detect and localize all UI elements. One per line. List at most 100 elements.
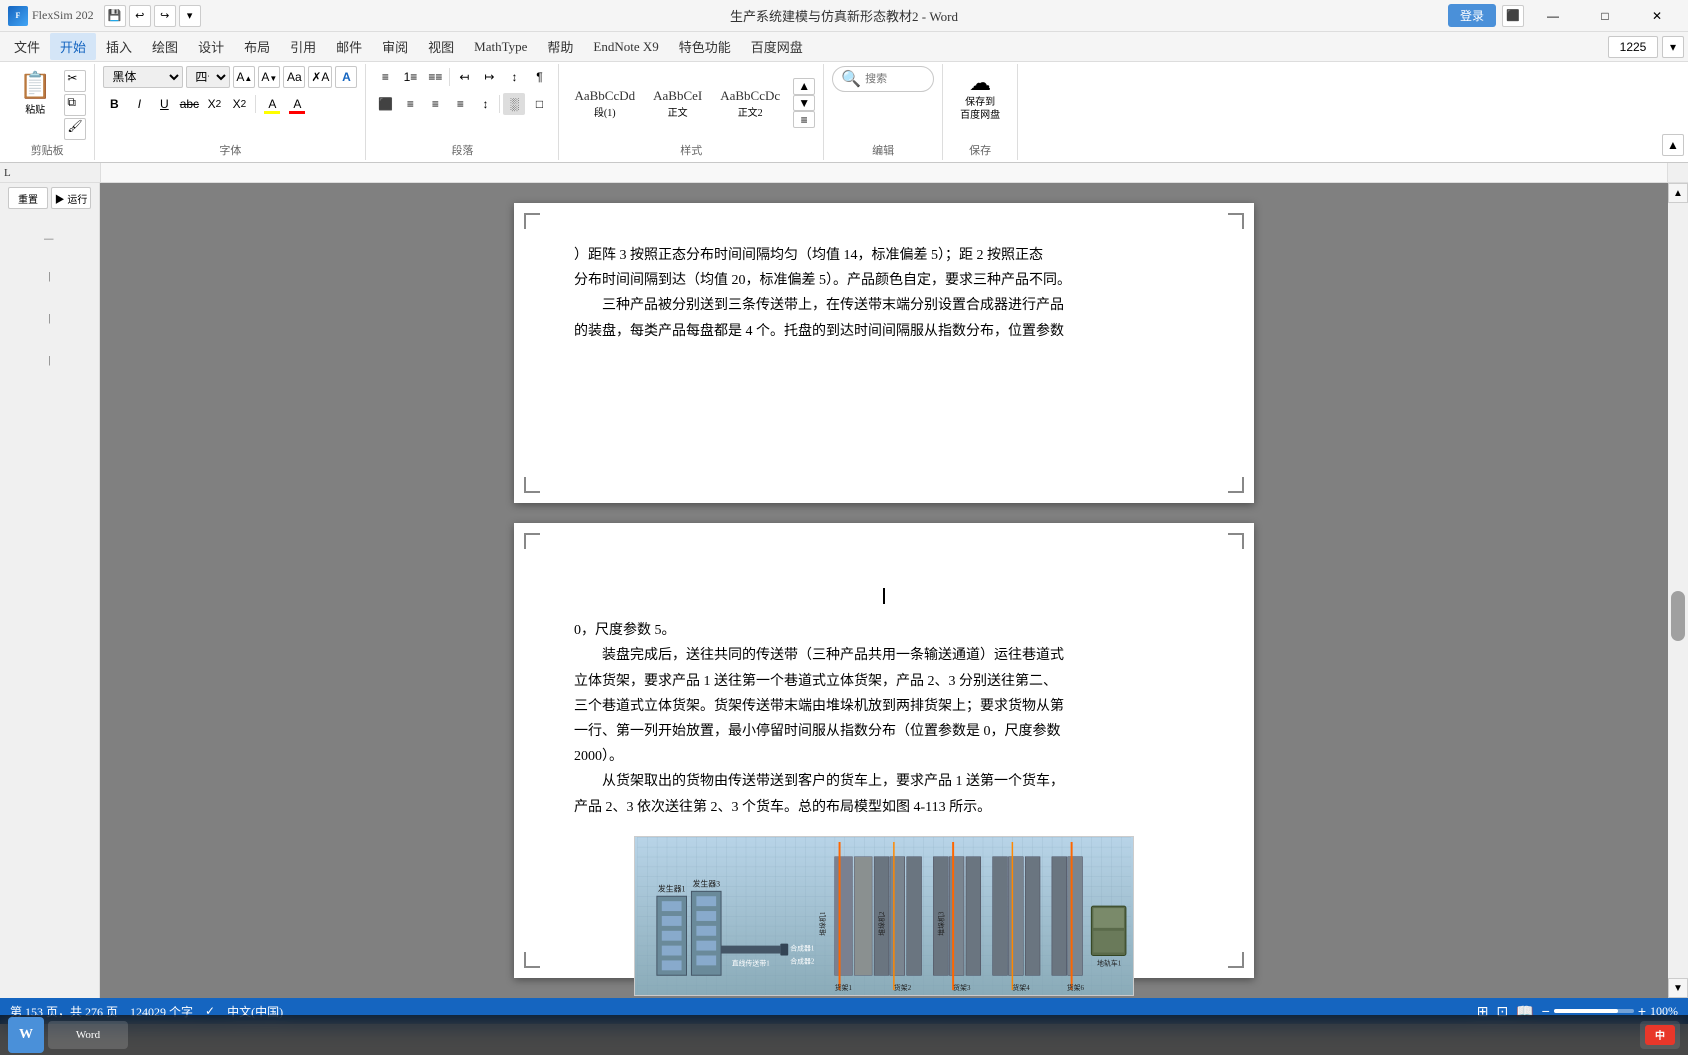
text-highlight-btn[interactable]: A <box>261 93 283 115</box>
page-nav-btn[interactable]: ▾ <box>1662 36 1684 58</box>
ribbon-collapse-btn[interactable]: ⬛ <box>1502 5 1524 27</box>
editing-label: 编辑 <box>872 142 894 158</box>
paragraph-label: 段落 <box>451 142 473 158</box>
corner-tr-1 <box>1228 213 1244 229</box>
style-more[interactable]: ≡ <box>793 111 815 128</box>
doc-area[interactable]: ）距阵 3 按照正态分布时间间隔均匀（均值 14，标准偏差 5）；距 2 按照正… <box>100 183 1668 998</box>
taskbar-word-item[interactable]: Word <box>48 1021 128 1049</box>
bullets-btn[interactable]: ≡ <box>374 66 396 88</box>
run-btn[interactable]: ▶ 运行 <box>51 187 91 209</box>
clear-format-btn[interactable]: ✗A <box>308 66 332 88</box>
search-box[interactable]: 🔍 <box>832 66 934 92</box>
menu-view[interactable]: 视图 <box>418 33 464 60</box>
borders-btn[interactable]: □ <box>528 93 550 115</box>
cloud-save-button[interactable]: ☁ 保存到百度网盘 <box>951 66 1009 126</box>
menu-review[interactable]: 审阅 <box>372 33 418 60</box>
menu-help[interactable]: 帮助 <box>537 33 583 60</box>
style-body2[interactable]: AaBbCcDc 正文2 <box>713 85 787 122</box>
show-marks-btn[interactable]: ¶ <box>528 66 550 88</box>
menu-endnote[interactable]: EndNote X9 <box>583 35 668 59</box>
paste-button[interactable]: 📋 粘贴 <box>8 66 62 121</box>
increase-indent-btn[interactable]: ↦ <box>478 66 500 88</box>
font-grow-btn[interactable]: A▲ <box>233 66 255 88</box>
page-markers: | | | | <box>44 238 56 366</box>
align-right-btn[interactable]: ≡ <box>424 93 446 115</box>
menu-home[interactable]: 开始 <box>50 33 96 60</box>
title-bar-left: F FlexSim 202 💾 ↩ ↪ ▾ <box>8 5 201 27</box>
ribbon-expand-btn[interactable]: ▲ <box>1662 134 1684 156</box>
save-btn[interactable]: 💾 <box>104 5 126 27</box>
search-input[interactable] <box>865 73 925 85</box>
superscript-btn[interactable]: X2 <box>228 93 250 115</box>
style-normal[interactable]: AaBbCcDd 段(1) <box>567 85 642 122</box>
justify-btn[interactable]: ≡ <box>449 93 471 115</box>
menu-draw[interactable]: 绘图 <box>142 33 188 60</box>
underline-btn[interactable]: U <box>153 93 175 115</box>
ribbon-group-editing: 🔍 编辑 <box>824 64 943 160</box>
cut-button[interactable]: ✂ <box>64 70 86 92</box>
text-cursor <box>883 588 885 604</box>
page2-line6: 从货架取出的货物由传送带送到客户的货车上，要求产品 1 送第一个货车， <box>574 769 1194 794</box>
maximize-btn[interactable]: □ <box>1582 0 1628 32</box>
style-scroll-up[interactable]: ▲ <box>793 78 815 95</box>
strikethrough-btn[interactable]: abc <box>178 93 200 115</box>
figure-container: 发生器1 发生器3 直线传送带1 <box>634 836 1134 998</box>
corner-tr-2 <box>1228 533 1244 549</box>
scroll-up-btn[interactable]: ▲ <box>1668 183 1688 203</box>
menu-bar: 文件 开始 插入 绘图 设计 布局 引用 邮件 审阅 视图 MathType 帮… <box>0 32 1688 62</box>
redo-btn[interactable]: ↪ <box>154 5 176 27</box>
menu-mathtype[interactable]: MathType <box>464 35 537 59</box>
taskbar-ime[interactable]: 中 <box>1640 1021 1680 1049</box>
menu-references[interactable]: 引用 <box>280 33 326 60</box>
menu-mailings[interactable]: 邮件 <box>326 33 372 60</box>
style-scroll-down[interactable]: ▼ <box>793 95 815 112</box>
text-effect-btn[interactable]: A <box>335 66 357 88</box>
font-name-select[interactable]: 黑体 <box>103 66 183 88</box>
font-shrink-btn[interactable]: A▼ <box>258 66 280 88</box>
taskbar-app-icon[interactable]: W <box>8 1017 44 1053</box>
case-btn[interactable]: Aa <box>283 66 305 88</box>
menu-layout[interactable]: 布局 <box>234 33 280 60</box>
app-icon: F <box>8 6 28 26</box>
page2-line2: 立体货架，要求产品 1 送往第一个巷道式立体货架，产品 2、3 分别送往第二、 <box>574 669 1194 694</box>
sort-btn[interactable]: ↕ <box>503 66 525 88</box>
font-size-select[interactable]: 四号 三号 五号 <box>186 66 230 88</box>
flexsim-label: FlexSim 202 <box>32 8 94 23</box>
divider2 <box>449 68 450 86</box>
menu-file[interactable]: 文件 <box>4 33 50 60</box>
more-btn[interactable]: ▾ <box>179 5 201 27</box>
page-marker-3: | <box>48 312 50 324</box>
format-painter-button[interactable]: 🖌 <box>64 118 86 140</box>
undo-btn[interactable]: ↩ <box>129 5 151 27</box>
style-body1[interactable]: AaBbCeI 正文 <box>646 85 709 122</box>
align-left-btn[interactable]: ⬛ <box>374 93 396 115</box>
reset-btn[interactable]: 重置 <box>8 187 48 209</box>
line-spacing-btn[interactable]: ↕ <box>474 93 496 115</box>
minimize-btn[interactable]: — <box>1530 0 1576 32</box>
page-number-input[interactable] <box>1608 36 1658 58</box>
scroll-down-btn[interactable]: ▼ <box>1668 978 1688 998</box>
menu-special[interactable]: 特色功能 <box>669 33 741 60</box>
bold-btn[interactable]: B <box>103 93 125 115</box>
menu-insert[interactable]: 插入 <box>96 33 142 60</box>
italic-btn[interactable]: I <box>128 93 150 115</box>
zoom-slider-track[interactable] <box>1554 1009 1634 1013</box>
multilevel-btn[interactable]: ≡≡ <box>424 66 446 88</box>
ruler-svg <box>101 163 1667 182</box>
scrollbar-thumb[interactable] <box>1671 591 1685 641</box>
subscript-btn[interactable]: X2 <box>203 93 225 115</box>
page2-line1: 装盘完成后，送往共同的传送带（三种产品共用一条输送通道）运往巷道式 <box>574 643 1194 668</box>
decrease-indent-btn[interactable]: ↤ <box>453 66 475 88</box>
align-center-btn[interactable]: ≡ <box>399 93 421 115</box>
close-btn[interactable]: ✕ <box>1634 0 1680 32</box>
page1-line1: ）距阵 3 按照正态分布时间间隔均匀（均值 14，标准偏差 5）；距 2 按照正… <box>574 243 1194 268</box>
copy-button[interactable]: ⧉ <box>64 94 86 116</box>
menu-baidu[interactable]: 百度网盘 <box>741 33 813 60</box>
numbering-btn[interactable]: 1≡ <box>399 66 421 88</box>
ribbon: 📋 粘贴 ✂ ⧉ 🖌 剪贴板 黑体 四号 三号 五号 <box>0 62 1688 163</box>
shading-btn[interactable]: ░ <box>503 93 525 115</box>
login-button[interactable]: 登录 <box>1448 4 1496 27</box>
menu-design[interactable]: 设计 <box>188 33 234 60</box>
svg-text:堆垛机2: 堆垛机2 <box>877 911 886 936</box>
font-color-btn[interactable]: A <box>286 93 308 115</box>
